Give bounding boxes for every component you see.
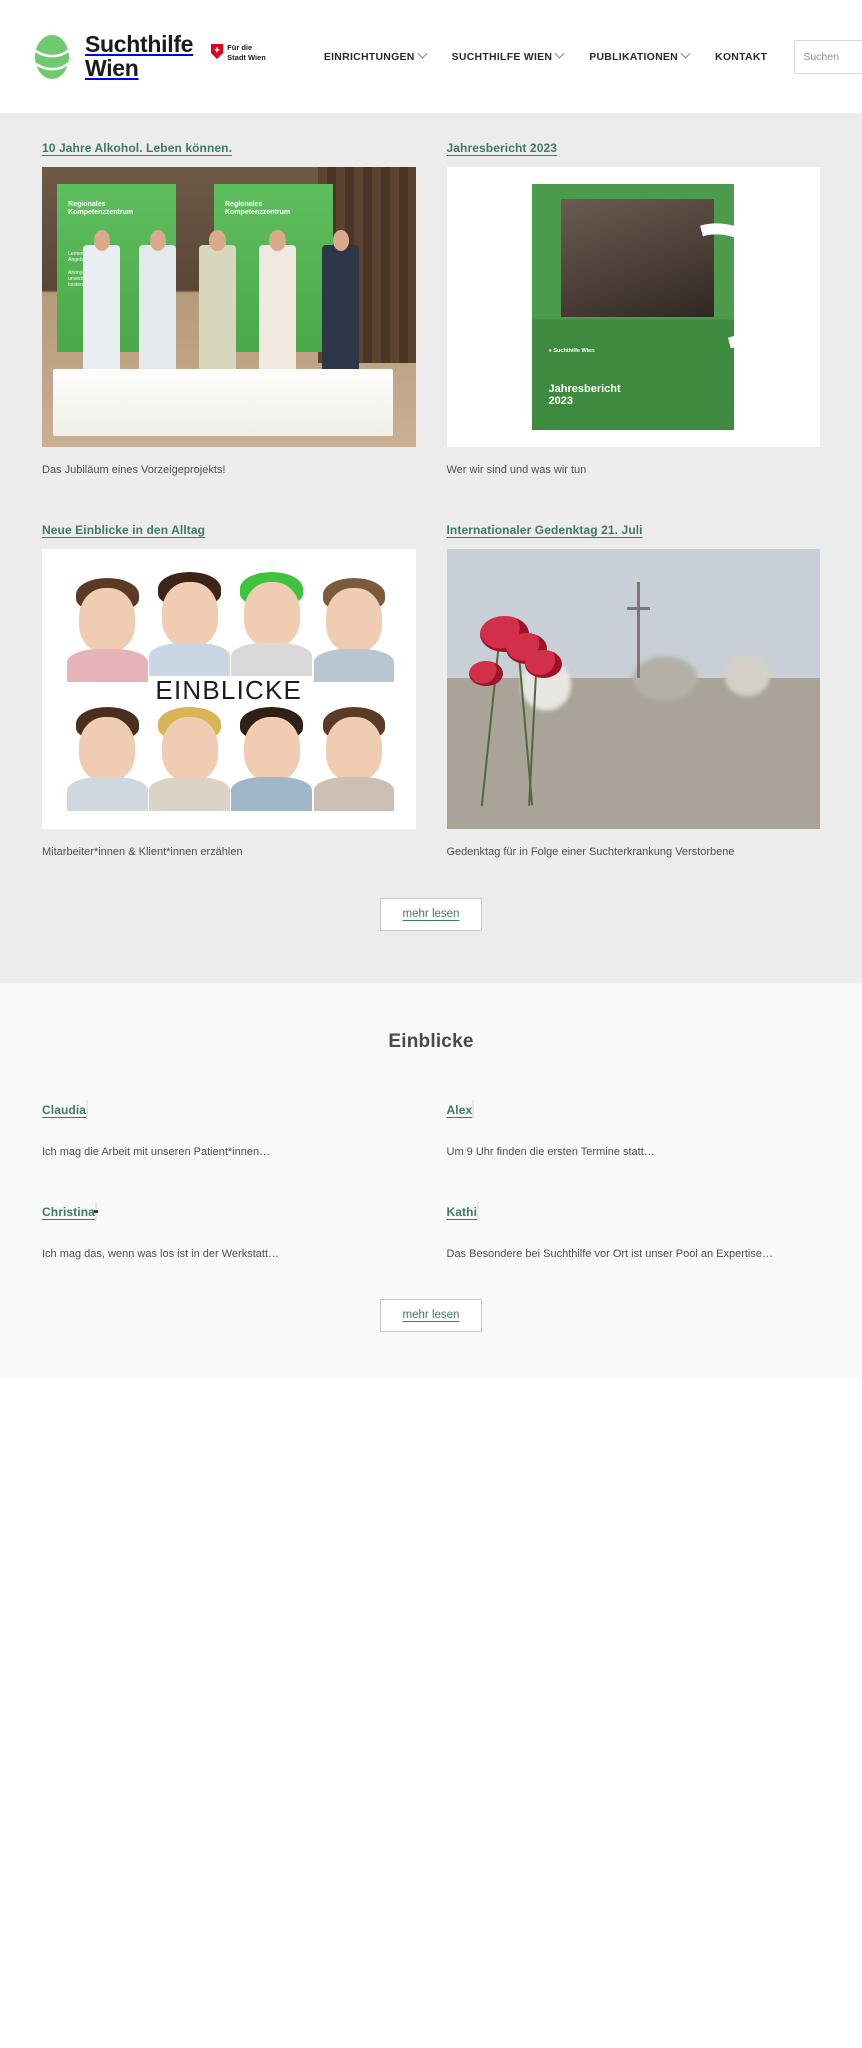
insight-card-christina: Christina Ich mag das, wenn was los ist … xyxy=(42,1201,416,1262)
insight-card-caption: Ich mag das, wenn was los ist in der Wer… xyxy=(42,1247,279,1260)
chevron-down-icon xyxy=(417,48,428,59)
news-card-caption: Wer wir sind und was wir tun xyxy=(446,464,587,476)
news-more-button[interactable]: mehr lesen xyxy=(379,897,483,931)
insight-card-title-link[interactable]: Christina xyxy=(42,1205,95,1219)
chevron-down-icon xyxy=(680,48,691,59)
city-of-vienna-block: Für die Stadt Wien xyxy=(211,43,266,62)
insight-card-alex: Alex Um 9 Uhr finden die ersten Termine … xyxy=(446,1099,821,1160)
city-of-vienna-text: Für die Stadt Wien xyxy=(227,43,266,62)
insight-grid-row-2: Christina Ich mag das, wenn was los ist … xyxy=(42,1201,821,1262)
brand-line-1: Suchthilfe xyxy=(85,30,194,57)
insight-card-title-link[interactable]: Alex xyxy=(447,1103,473,1117)
insight-more-button-row: mehr lesen xyxy=(42,1261,820,1333)
news-card-image[interactable]: Regionales Kompetenzzentrum Regionales Kom… xyxy=(42,167,416,447)
news-card-title-link[interactable]: 10 Jahre Alkohol. Leben können. xyxy=(42,141,232,155)
insight-card-title-link[interactable]: Claudia xyxy=(42,1103,86,1117)
insight-grid-row-1: Claudia Ich mag die Arbeit mit unseren P… xyxy=(42,1099,821,1160)
site-header: Suchthilfe Wien Für die Stadt Wien EINRI… xyxy=(0,0,862,113)
event-photo-illustration: Regionales Kompetenzzentrum Regionales Kom… xyxy=(42,167,416,447)
einblicke-word: EINBLICKE xyxy=(155,674,303,705)
news-grid-spacer xyxy=(42,478,820,521)
nav-item-einrichtungen[interactable]: EINRICHTUNGEN xyxy=(324,45,439,69)
insight-card-image[interactable] xyxy=(472,1099,475,1119)
nav-item-kontakt[interactable]: KONTAKT xyxy=(702,45,780,69)
nav-label-publikationen: PUBLIKATIONEN xyxy=(589,50,679,63)
news-card-title-link[interactable]: Neue Einblicke in den Alltag xyxy=(42,523,205,537)
green-sphere-logo-icon xyxy=(30,33,74,81)
brand-logo-link[interactable]: Suchthilfe Wien xyxy=(30,30,194,81)
news-card-einblicke: Neue Einblicke in den Alltag EINBLICKE M… xyxy=(42,521,416,860)
news-card-image[interactable] xyxy=(446,548,820,829)
insight-grid-spacer xyxy=(42,1160,820,1203)
news-card-caption: Das Jubiläum eines Vorzeigeprojekts! xyxy=(42,464,226,476)
news-card-image[interactable]: ● Suchthilfe Wien Jahresbericht 2023 xyxy=(446,167,820,447)
city-line-1: Für die xyxy=(227,43,253,53)
brand-line-2: Wien xyxy=(85,54,139,81)
news-card-jahresbericht: Jahresbericht 2023 ● Suchthilfe Wien Jah… xyxy=(446,139,820,478)
nav-label-einrichtungen: EINRICHTUNGEN xyxy=(323,50,415,63)
news-section: 10 Jahre Alkohol. Leben können. Regional… xyxy=(0,113,862,983)
insight-section: Einblicke Claudia Ich mag die Arbeit mit… xyxy=(0,982,862,1379)
news-card-caption: Mitarbeiter*innen & Klient*innen erzähle… xyxy=(42,845,243,858)
news-card-caption: Gedenktag für in Folge einer Suchterkran… xyxy=(446,845,735,858)
insight-card-caption: Das Besondere bei Suchthilfe vor Ort ist… xyxy=(446,1247,774,1260)
insight-section-title: Einblicke xyxy=(388,1030,474,1052)
vienna-coat-of-arms-icon xyxy=(211,44,224,60)
nav-item-suchthilfe-wien[interactable]: SUCHTHILFE WIEN xyxy=(439,45,577,69)
insight-card-caption: Um 9 Uhr finden die ersten Termine statt… xyxy=(446,1145,655,1158)
annual-report-cover-illustration: ● Suchthilfe Wien Jahresbericht 2023 xyxy=(446,167,820,447)
insight-more-button[interactable]: mehr lesen xyxy=(379,1299,483,1333)
nav-item-publikationen[interactable]: PUBLIKATIONEN xyxy=(576,45,702,69)
insight-card-claudia: Claudia Ich mag die Arbeit mit unseren P… xyxy=(42,1099,416,1160)
insight-card-image[interactable] xyxy=(477,1201,479,1221)
memorial-photo-illustration xyxy=(446,548,820,829)
news-more-button-row: mehr lesen xyxy=(42,860,820,931)
chevron-down-icon xyxy=(554,48,565,59)
insight-card-caption: Ich mag die Arbeit mit unseren Patient*i… xyxy=(42,1145,271,1158)
search-box[interactable] xyxy=(794,39,862,74)
nav-label-suchthilfe-wien: SUCHTHILFE WIEN xyxy=(451,50,553,63)
news-card-title-link[interactable]: Jahresbericht 2023 xyxy=(447,141,558,155)
news-card-gedenktag: Internationaler Gedenktag 21. Juli Geden… xyxy=(446,521,820,860)
brand-wordmark: Suchthilfe Wien xyxy=(85,30,194,81)
city-line-2: Stadt Wien xyxy=(227,52,266,62)
news-card-image[interactable]: EINBLICKE xyxy=(42,548,416,829)
news-grid-row-1: 10 Jahre Alkohol. Leben können. Regional… xyxy=(42,139,820,478)
nav-label-kontakt: KONTAKT xyxy=(715,50,768,63)
main-navigation: EINRICHTUNGEN SUCHTHILFE WIEN PUBLIKATIO… xyxy=(324,45,780,69)
insight-card-kathi: Kathi Das Besondere bei Suchthilfe vor O… xyxy=(446,1201,821,1262)
search-input[interactable] xyxy=(803,50,862,63)
news-card-alkohol: 10 Jahre Alkohol. Leben können. Regional… xyxy=(42,139,416,478)
insight-card-image[interactable] xyxy=(86,1099,89,1119)
news-grid-row-2: Neue Einblicke in den Alltag EINBLICKE M… xyxy=(42,521,820,860)
insight-card-title-link[interactable]: Kathi xyxy=(447,1205,478,1219)
news-card-title-link[interactable]: Internationaler Gedenktag 21. Juli xyxy=(447,523,643,537)
einblicke-portraits-illustration: EINBLICKE xyxy=(42,548,416,829)
insight-card-image[interactable] xyxy=(93,1201,98,1221)
